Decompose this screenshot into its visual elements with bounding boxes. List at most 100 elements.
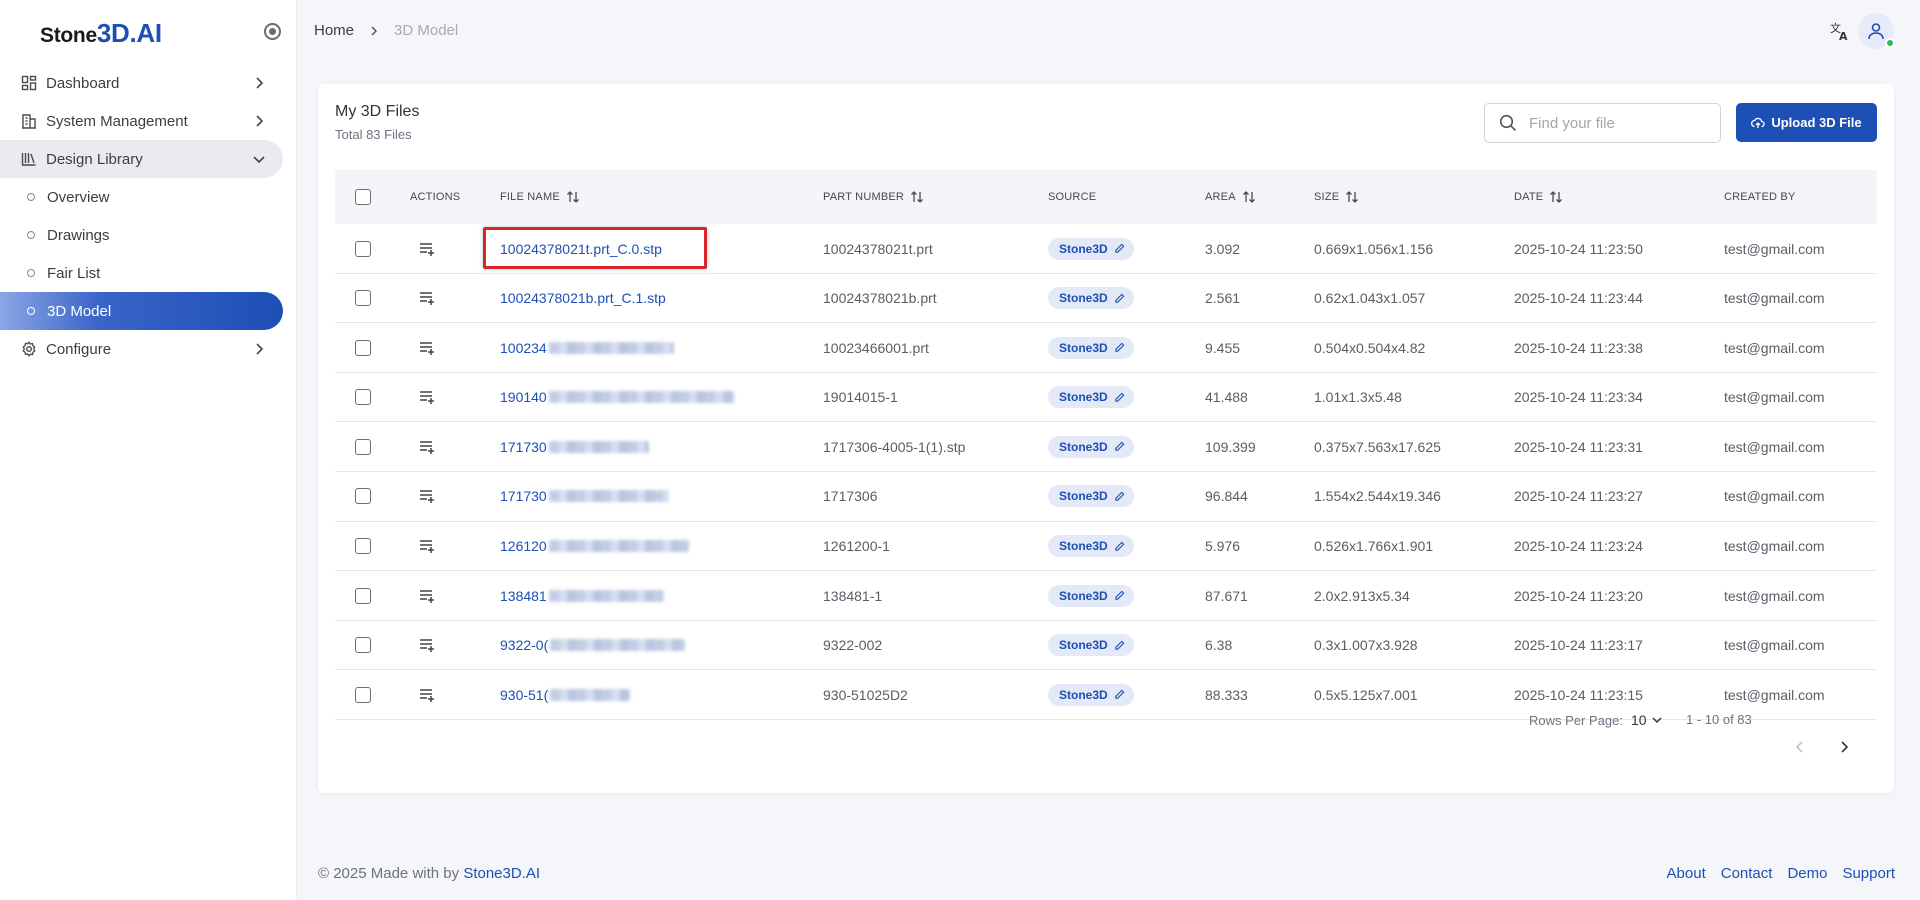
file-name-link[interactable]: 138481 <box>500 588 547 604</box>
next-page-icon[interactable] <box>1837 740 1851 754</box>
pencil-icon[interactable] <box>1114 342 1125 353</box>
sidebar-item-system-management[interactable]: System Management <box>0 102 283 140</box>
row-checkbox[interactable] <box>355 686 371 703</box>
file-name-link[interactable]: 10024378021b.prt_C.1.stp <box>500 290 666 306</box>
sort-icon[interactable] <box>1242 190 1256 204</box>
source-cell: Stone3D <box>1048 522 1134 571</box>
source-badge[interactable]: Stone3D <box>1048 386 1134 409</box>
list-add-icon[interactable] <box>418 636 436 654</box>
row-checkbox[interactable] <box>355 488 371 505</box>
table-row[interactable]: 126120 1261200-1 Stone3D 5.976 0.526x1.7… <box>335 522 1877 572</box>
pencil-icon[interactable] <box>1114 243 1125 254</box>
footer-link-demo[interactable]: Demo <box>1787 865 1827 882</box>
file-name-link[interactable]: 171730 <box>500 488 547 504</box>
translate-icon[interactable]: 文 A <box>1829 20 1851 42</box>
source-badge[interactable]: Stone3D <box>1048 683 1134 706</box>
list-add-icon[interactable] <box>418 289 436 307</box>
created-by-cell: test@gmail.com <box>1724 339 1825 356</box>
file-name-link[interactable]: 126120 <box>500 538 547 554</box>
upload-3d-file-button[interactable]: Upload 3D File <box>1736 103 1877 142</box>
sidebar-item-label: Configure <box>46 340 112 358</box>
search-box[interactable] <box>1484 103 1721 143</box>
header-date[interactable]: DATE <box>1514 170 1563 224</box>
table-row[interactable]: 171730 1717306 Stone3D 96.844 1.554x2.54… <box>335 472 1877 522</box>
source-badge[interactable]: Stone3D <box>1048 287 1134 310</box>
sidebar-item-design-library[interactable]: Design Library <box>0 140 283 178</box>
row-checkbox[interactable] <box>355 587 371 604</box>
list-add-icon[interactable] <box>418 388 436 406</box>
table-row[interactable]: 138481 138481-1 Stone3D 87.671 2.0x2.913… <box>335 571 1877 621</box>
source-badge[interactable]: Stone3D <box>1048 336 1134 359</box>
sidebar-subitem-fair-list[interactable]: Fair List <box>0 254 283 292</box>
sort-icon[interactable] <box>1345 190 1359 204</box>
avatar[interactable] <box>1858 13 1895 49</box>
list-add-icon[interactable] <box>418 240 436 258</box>
file-name-link[interactable]: 100234 <box>500 340 547 356</box>
source-cell: Stone3D <box>1048 274 1134 323</box>
sidebar-subitem-overview[interactable]: Overview <box>0 178 283 216</box>
pencil-icon[interactable] <box>1114 541 1125 552</box>
list-add-icon[interactable] <box>418 537 436 555</box>
brand-logo-part1: Stone <box>40 24 97 47</box>
sidebar-subitem-3d-model[interactable]: 3D Model <box>0 292 283 330</box>
sidebar-item-configure[interactable]: Configure <box>0 330 283 368</box>
table-row[interactable]: 10024378021b.prt_C.1.stp 10024378021b.pr… <box>335 274 1877 324</box>
file-name-link[interactable]: 171730 <box>500 439 547 455</box>
files-card: My 3D Files Total 83 Files Upload 3D Fil… <box>318 84 1894 793</box>
footer-link-support[interactable]: Support <box>1842 865 1895 882</box>
prev-page-icon[interactable] <box>1793 740 1807 754</box>
sidebar-subitem-drawings[interactable]: Drawings <box>0 216 283 254</box>
table-row[interactable]: 190140 19014015-1 Stone3D 41.488 1.01x1.… <box>335 373 1877 423</box>
footer-brand-link[interactable]: Stone3D.AI <box>463 865 540 882</box>
pencil-icon[interactable] <box>1114 590 1125 601</box>
breadcrumb-home[interactable]: Home <box>314 22 354 39</box>
source-badge[interactable]: Stone3D <box>1048 435 1134 458</box>
sort-icon[interactable] <box>910 190 924 204</box>
file-name-link[interactable]: 930-51( <box>500 687 548 703</box>
table-row[interactable]: 100234 10023466001.prt Stone3D 9.455 0.5… <box>335 323 1877 373</box>
list-add-icon[interactable] <box>418 487 436 505</box>
sort-icon[interactable] <box>1549 190 1563 204</box>
pencil-icon[interactable] <box>1114 441 1125 452</box>
brand-logo[interactable]: Stone 3D.AI <box>40 18 162 48</box>
source-badge[interactable]: Stone3D <box>1048 237 1134 260</box>
list-add-icon[interactable] <box>418 686 436 704</box>
file-name-link[interactable]: 9322-0( <box>500 637 548 653</box>
sort-icon[interactable] <box>566 190 580 204</box>
row-checkbox[interactable] <box>355 438 371 455</box>
list-add-icon[interactable] <box>418 339 436 357</box>
row-checkbox[interactable] <box>355 538 371 555</box>
select-all-checkbox[interactable] <box>355 189 371 205</box>
chevron-down-icon[interactable] <box>1651 714 1663 726</box>
list-add-icon[interactable] <box>418 438 436 456</box>
source-badge[interactable]: Stone3D <box>1048 485 1134 508</box>
pencil-icon[interactable] <box>1114 640 1125 651</box>
rows-per-page-select[interactable]: 10 <box>1631 712 1647 728</box>
pencil-icon[interactable] <box>1114 392 1125 403</box>
row-checkbox[interactable] <box>355 240 371 257</box>
row-checkbox[interactable] <box>355 290 371 307</box>
sidebar-pin-icon[interactable] <box>264 23 281 40</box>
pencil-icon[interactable] <box>1114 491 1125 502</box>
source-badge[interactable]: Stone3D <box>1048 535 1134 558</box>
table-row[interactable]: 9322-0( 9322-002 Stone3D 6.38 0.3x1.007x… <box>335 621 1877 671</box>
footer-link-contact[interactable]: Contact <box>1721 865 1773 882</box>
header-part-number[interactable]: PART NUMBER <box>823 170 924 224</box>
header-area[interactable]: AREA <box>1205 170 1256 224</box>
sidebar-item-dashboard[interactable]: Dashboard <box>0 64 283 102</box>
row-checkbox[interactable] <box>355 389 371 406</box>
table-row[interactable]: 171730 1717306-4005-1(1).stp Stone3D 109… <box>335 422 1877 472</box>
source-badge[interactable]: Stone3D <box>1048 634 1134 657</box>
header-size[interactable]: SIZE <box>1314 170 1359 224</box>
list-add-icon[interactable] <box>418 587 436 605</box>
pencil-icon[interactable] <box>1114 689 1125 700</box>
file-name-link[interactable]: 190140 <box>500 389 547 405</box>
row-checkbox[interactable] <box>355 637 371 654</box>
row-checkbox[interactable] <box>355 339 371 356</box>
pencil-icon[interactable] <box>1114 293 1125 304</box>
footer-link-about[interactable]: About <box>1667 865 1706 882</box>
source-badge[interactable]: Stone3D <box>1048 584 1134 607</box>
search-input[interactable] <box>1529 114 1699 132</box>
table-row[interactable]: 10024378021t.prt_C.0.stp 10024378021t.pr… <box>335 224 1877 274</box>
header-file-name[interactable]: FILE NAME <box>500 170 580 224</box>
